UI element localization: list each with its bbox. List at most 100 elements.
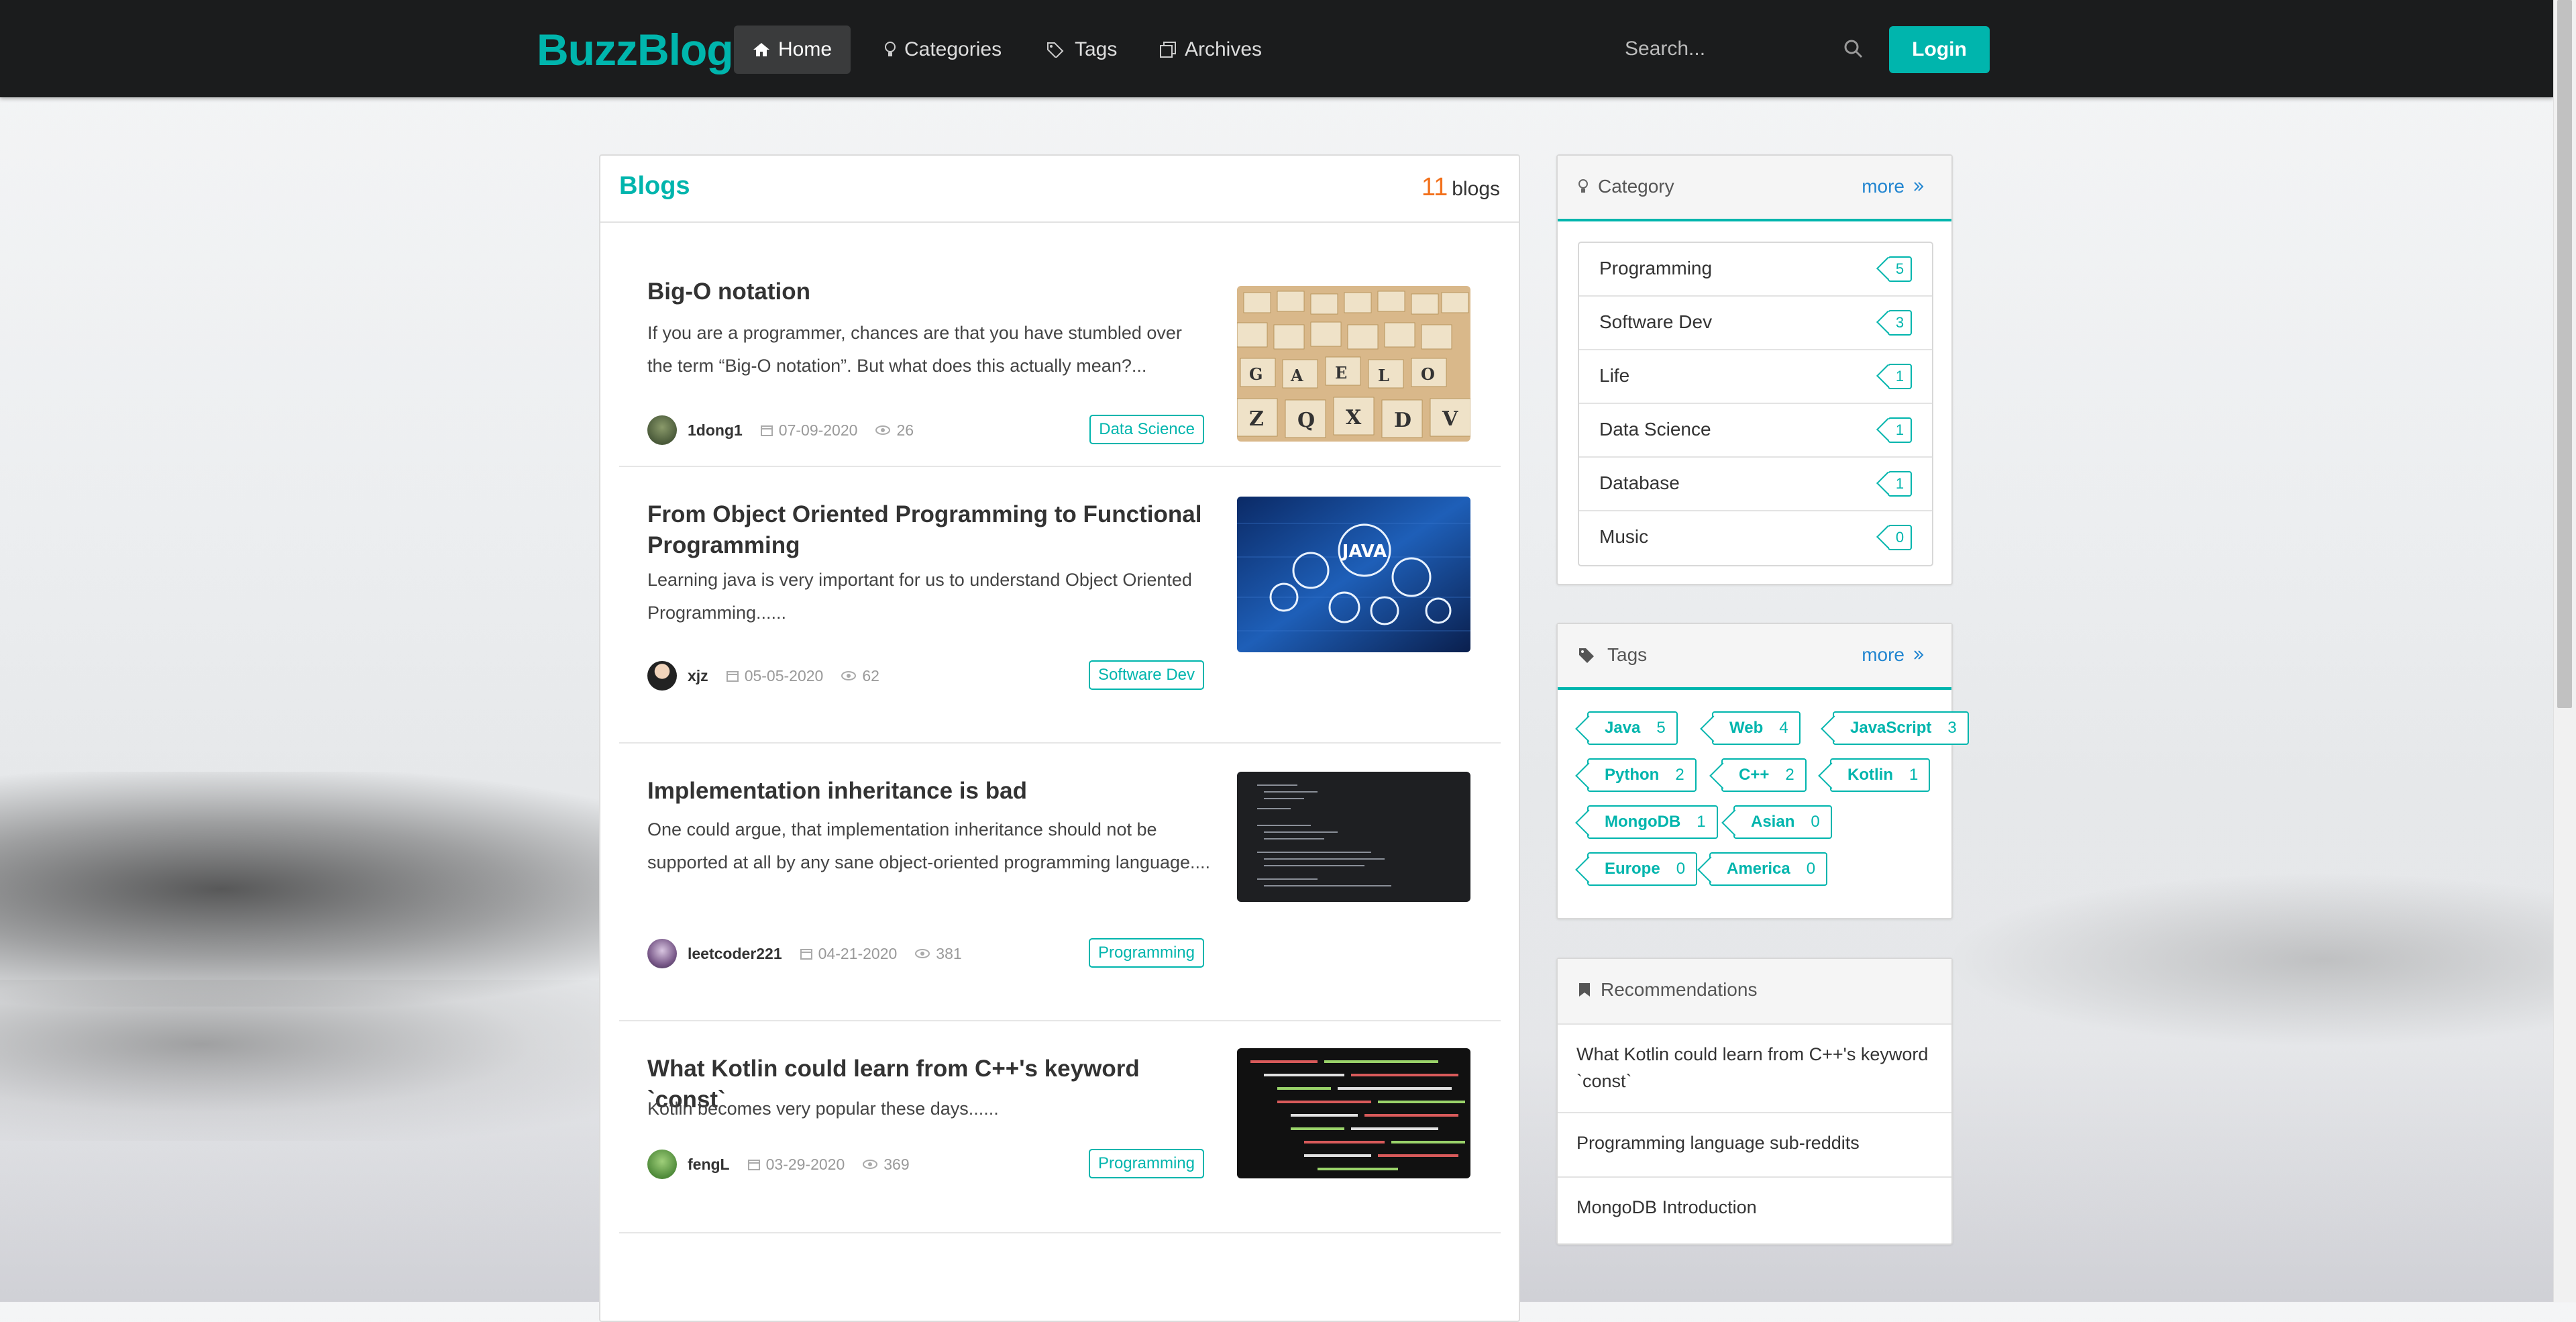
letter-blocks-image[interactable]: Z Q X D V G A E L O xyxy=(1237,286,1470,442)
post-title[interactable]: From Object Oriented Programming to Func… xyxy=(647,499,1211,561)
tag-item[interactable]: JavaScript 3 xyxy=(1833,711,1969,745)
category-item-count-text: 1 xyxy=(1895,368,1904,385)
post-excerpt: If you are a programmer, chances are tha… xyxy=(647,323,1182,376)
category-item[interactable]: Programming 5 xyxy=(1579,243,1932,297)
category-item-count: 0 xyxy=(1888,525,1912,550)
nav-tags-label: Tags xyxy=(1075,38,1118,60)
tag-item[interactable]: Java 5 xyxy=(1587,711,1678,745)
category-item[interactable]: Database 1 xyxy=(1579,458,1932,511)
recommendation-item[interactable]: MongoDB Introduction xyxy=(1558,1176,1951,1243)
recommendation-item[interactable]: What Kotlin could learn from C++'s keywo… xyxy=(1558,1023,1951,1112)
tag-name: C++ xyxy=(1739,766,1770,784)
calendar-icon xyxy=(747,1160,760,1170)
post-views: 381 xyxy=(914,944,962,963)
colored-code-image[interactable] xyxy=(1237,1048,1470,1178)
tag-name: Europe xyxy=(1605,860,1660,878)
tag-count: 4 xyxy=(1779,719,1788,737)
post-author[interactable]: leetcoder221 xyxy=(688,945,782,963)
nav-home[interactable]: Home xyxy=(734,26,851,74)
blogs-count-suffix: blogs xyxy=(1452,178,1500,200)
tag-item[interactable]: Kotlin 1 xyxy=(1830,758,1931,792)
tag-item[interactable]: MongoDB 1 xyxy=(1587,805,1718,839)
post-title[interactable]: Big-O notation xyxy=(647,276,1211,307)
category-item-count: 5 xyxy=(1888,256,1912,282)
svg-text:Q: Q xyxy=(1297,409,1315,432)
double-chevron-right-icon xyxy=(1914,182,1924,191)
category-more-link[interactable]: more xyxy=(1862,176,1925,197)
category-item-name: Life xyxy=(1599,365,1630,386)
avatar[interactable] xyxy=(647,1150,677,1179)
tag-item[interactable]: Europe 0 xyxy=(1587,852,1698,886)
nav-categories[interactable]: Categories xyxy=(865,26,1020,74)
search-icon[interactable] xyxy=(1843,39,1864,59)
nav-tags[interactable]: Tags xyxy=(1028,26,1136,74)
blog-post[interactable]: Implementation inheritance is bad One co… xyxy=(619,744,1501,1021)
java-gears-image[interactable]: JAVA xyxy=(1237,497,1470,652)
category-item[interactable]: Music 0 xyxy=(1579,511,1932,565)
tag-item[interactable]: Web 4 xyxy=(1712,711,1801,745)
post-title[interactable]: Implementation inheritance is bad xyxy=(647,776,1211,807)
post-date: 03-29-2020 xyxy=(747,1156,845,1174)
post-views-text: 369 xyxy=(883,1155,910,1173)
svg-text:V: V xyxy=(1442,407,1458,431)
calendar-icon xyxy=(726,671,739,682)
recommendations-card-header: Recommendations xyxy=(1558,959,1951,1025)
category-item-name: Software Dev xyxy=(1599,311,1713,332)
avatar[interactable] xyxy=(647,939,677,968)
category-item[interactable]: Software Dev 3 xyxy=(1579,297,1932,350)
tag-name: Java xyxy=(1605,719,1641,737)
category-item[interactable]: Data Science 1 xyxy=(1579,404,1932,458)
code-editor-image[interactable] xyxy=(1237,772,1470,902)
category-item-count: 1 xyxy=(1888,471,1912,497)
tags-more-link[interactable]: more xyxy=(1862,644,1925,666)
recommendations-card: Recommendations What Kotlin could learn … xyxy=(1556,958,1953,1245)
tags-icon xyxy=(1579,648,1594,663)
tag-name: America xyxy=(1727,860,1790,878)
post-category-label[interactable]: Programming xyxy=(1088,938,1204,968)
double-chevron-right-icon xyxy=(1914,650,1924,660)
tag-count: 1 xyxy=(1697,813,1706,831)
post-views: 62 xyxy=(841,667,879,685)
nav-archives-label: Archives xyxy=(1185,38,1263,60)
tag-count: 0 xyxy=(1806,860,1816,878)
category-item-name: Music xyxy=(1599,526,1649,547)
svg-text:D: D xyxy=(1394,409,1411,432)
home-icon xyxy=(753,43,769,56)
tag-item[interactable]: C++ 2 xyxy=(1721,758,1807,792)
tags-more-label: more xyxy=(1862,644,1904,665)
category-item[interactable]: Life 1 xyxy=(1579,350,1932,404)
post-author[interactable]: 1dong1 xyxy=(688,421,743,440)
post-category-label[interactable]: Data Science xyxy=(1089,415,1204,444)
nav-archives[interactable]: Archives xyxy=(1140,26,1281,74)
post-category-label[interactable]: Software Dev xyxy=(1088,660,1204,690)
avatar[interactable] xyxy=(647,661,677,691)
avatar[interactable] xyxy=(647,415,677,445)
tag-item[interactable]: Asian 0 xyxy=(1733,805,1832,839)
tag-item[interactable]: America 0 xyxy=(1709,852,1828,886)
blogs-panel: Blogs 11 blogs Big-O notation If you are … xyxy=(599,154,1520,1322)
post-category-label[interactable]: Programming xyxy=(1088,1149,1204,1178)
brand-logo[interactable]: BuzzBlog xyxy=(537,23,734,77)
category-item-count-text: 1 xyxy=(1895,475,1904,492)
eye-icon xyxy=(841,671,857,680)
blog-post[interactable]: Big-O notation If you are a programmer, … xyxy=(619,221,1501,467)
post-views-text: 381 xyxy=(936,944,962,962)
category-more-label: more xyxy=(1862,176,1904,197)
blogs-title: Blogs xyxy=(619,172,690,200)
clone-icon xyxy=(1160,42,1176,58)
blog-post[interactable]: From Object Oriented Programming to Func… xyxy=(619,467,1501,744)
tag-item[interactable]: Python 2 xyxy=(1587,758,1697,792)
post-author[interactable]: xjz xyxy=(688,667,708,685)
post-author[interactable]: fengL xyxy=(688,1156,730,1174)
page-scrollbar-thumb[interactable] xyxy=(2557,0,2572,708)
category-item-name: Data Science xyxy=(1599,419,1711,440)
calendar-icon xyxy=(760,425,773,436)
post-meta: leetcoder221 04-21-2020 381 xyxy=(647,938,979,969)
svg-text:Z: Z xyxy=(1249,407,1264,431)
search-input[interactable] xyxy=(1610,27,1881,71)
post-excerpt: Learning java is very important for us t… xyxy=(647,570,1192,623)
recommendation-item[interactable]: Programming language sub-reddits xyxy=(1558,1112,1951,1176)
login-button[interactable]: Login xyxy=(1889,26,1990,73)
blog-post[interactable]: What Kotlin could learn from C++'s keywo… xyxy=(619,1021,1501,1233)
tag-name: Kotlin xyxy=(1847,766,1893,784)
